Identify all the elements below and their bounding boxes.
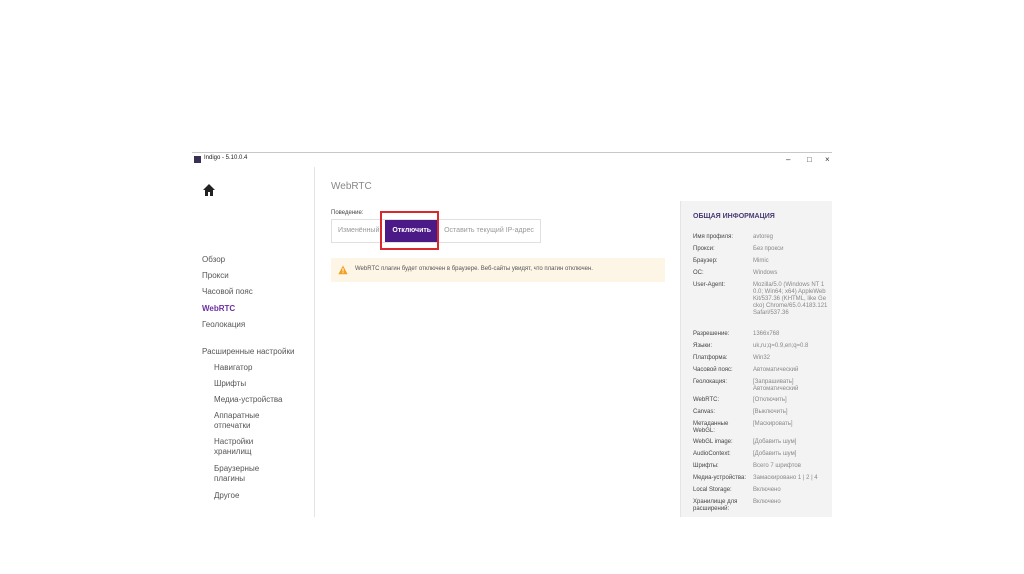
sidebar-item-geolocation[interactable]: Геолокация [202,320,245,329]
info-value: [Добавить шум] [753,439,797,445]
warning-icon [338,265,348,275]
sidebar-item-proxy[interactable]: Прокси [202,271,229,280]
home-icon[interactable] [202,183,216,197]
info-key: User-Agent: [693,282,726,288]
app-logo-icon [194,156,201,163]
info-key: WebGL image: [693,439,733,445]
warning-alert: WebRTC плагин будет отключен в браузере.… [331,258,665,282]
info-key: Браузер: [693,258,718,264]
info-value: uk,ru;q=0.9,en;q=0.8 [753,343,809,349]
info-key: Шрифты: [693,463,719,469]
behavior-label: Поведение: [331,210,364,216]
info-value: [Добавить шум] [753,451,797,457]
info-key: Хранилище для расширений: [693,499,738,512]
sidebar-item-plugins[interactable]: Браузерные плагины [214,464,270,484]
info-value: Windows [753,270,778,276]
sidebar-item-storage[interactable]: Настройки хранилищ [214,437,270,457]
info-value: Автоматический [753,367,799,373]
alert-message: WebRTC плагин будет отключен в браузере.… [355,266,593,272]
info-key: Canvas: [693,409,716,415]
option-modified[interactable]: Изменённый [332,220,385,242]
window-title: Indigo - 5.10.0.4 [204,155,248,161]
app-window: Indigo - 5.10.0.4 – □ × Обзор Прокси Час… [192,152,832,517]
info-value: Без прокси [753,246,784,252]
info-panel: ОБЩАЯ ИНФОРМАЦИЯ Имя профиля: avtoreg Пр… [680,201,832,517]
info-key: Метаданные WebGL: [693,421,729,434]
info-key: Имя профиля: [693,234,733,240]
info-key: Часовой пояс: [693,367,733,373]
sidebar-item-fonts[interactable]: Шрифты [214,379,304,389]
sidebar: Обзор Прокси Часовой пояс WebRTC Геолока… [192,167,315,517]
info-value: 1366x768 [753,331,780,337]
info-value: Замаскировано 1 | 2 | 4 [753,475,818,481]
info-key: Local Storage: [693,487,732,493]
sidebar-item-overview[interactable]: Обзор [202,255,225,264]
sidebar-item-webrtc[interactable]: WebRTC [202,304,235,313]
info-value: [Выключить] [753,409,788,415]
option-keep-ip[interactable]: Оставить текущий IP-адрес [438,220,540,242]
info-value: [Запрашивать] Автоматический [753,379,799,392]
info-panel-title: ОБЩАЯ ИНФОРМАЦИЯ [693,213,775,220]
info-value: [Отключить] [753,397,787,403]
highlight-frame [380,211,439,250]
info-value: avtoreg [753,234,774,240]
minimize-button[interactable]: – [786,153,790,167]
info-key: Языки: [693,343,713,349]
info-key: WebRTC: [693,397,720,403]
main-content: WebRTC Поведение: Изменённый Отключить О… [315,167,680,517]
info-value: Mozilla/5.0 (Windows NT 10.0; Win64; x64… [753,282,828,316]
info-key: Разрешение: [693,331,730,337]
info-value: Всего 7 шрифтов [753,463,801,469]
maximize-button[interactable]: □ [807,153,812,167]
sidebar-item-other[interactable]: Другое [214,491,304,501]
sidebar-advanced-header[interactable]: Расширенные настройки [202,347,294,356]
sidebar-item-navigator[interactable]: Навигатор [214,363,304,373]
info-value: Mimic [753,258,769,264]
info-key: Прокси: [693,246,715,252]
info-key: AudioContext: [693,451,731,457]
sidebar-item-media-devices[interactable]: Медиа-устройства [214,395,304,405]
sidebar-item-timezone[interactable]: Часовой пояс [202,287,253,296]
page-title: WebRTC [331,181,372,192]
info-value: Включено [753,487,781,493]
title-bar: Indigo - 5.10.0.4 – □ × [192,153,832,167]
info-key: Платформа: [693,355,728,361]
close-button[interactable]: × [825,153,830,167]
info-value: Включено [753,499,781,505]
info-value: [Маскировать] [753,421,793,427]
info-key: ОС: [693,270,704,276]
info-key: Геолокация: [693,379,728,385]
sidebar-item-hardware[interactable]: Аппаратные отпечатки [214,411,270,431]
info-key: Медиа-устройства: [693,475,747,481]
info-value: Win32 [753,355,771,361]
